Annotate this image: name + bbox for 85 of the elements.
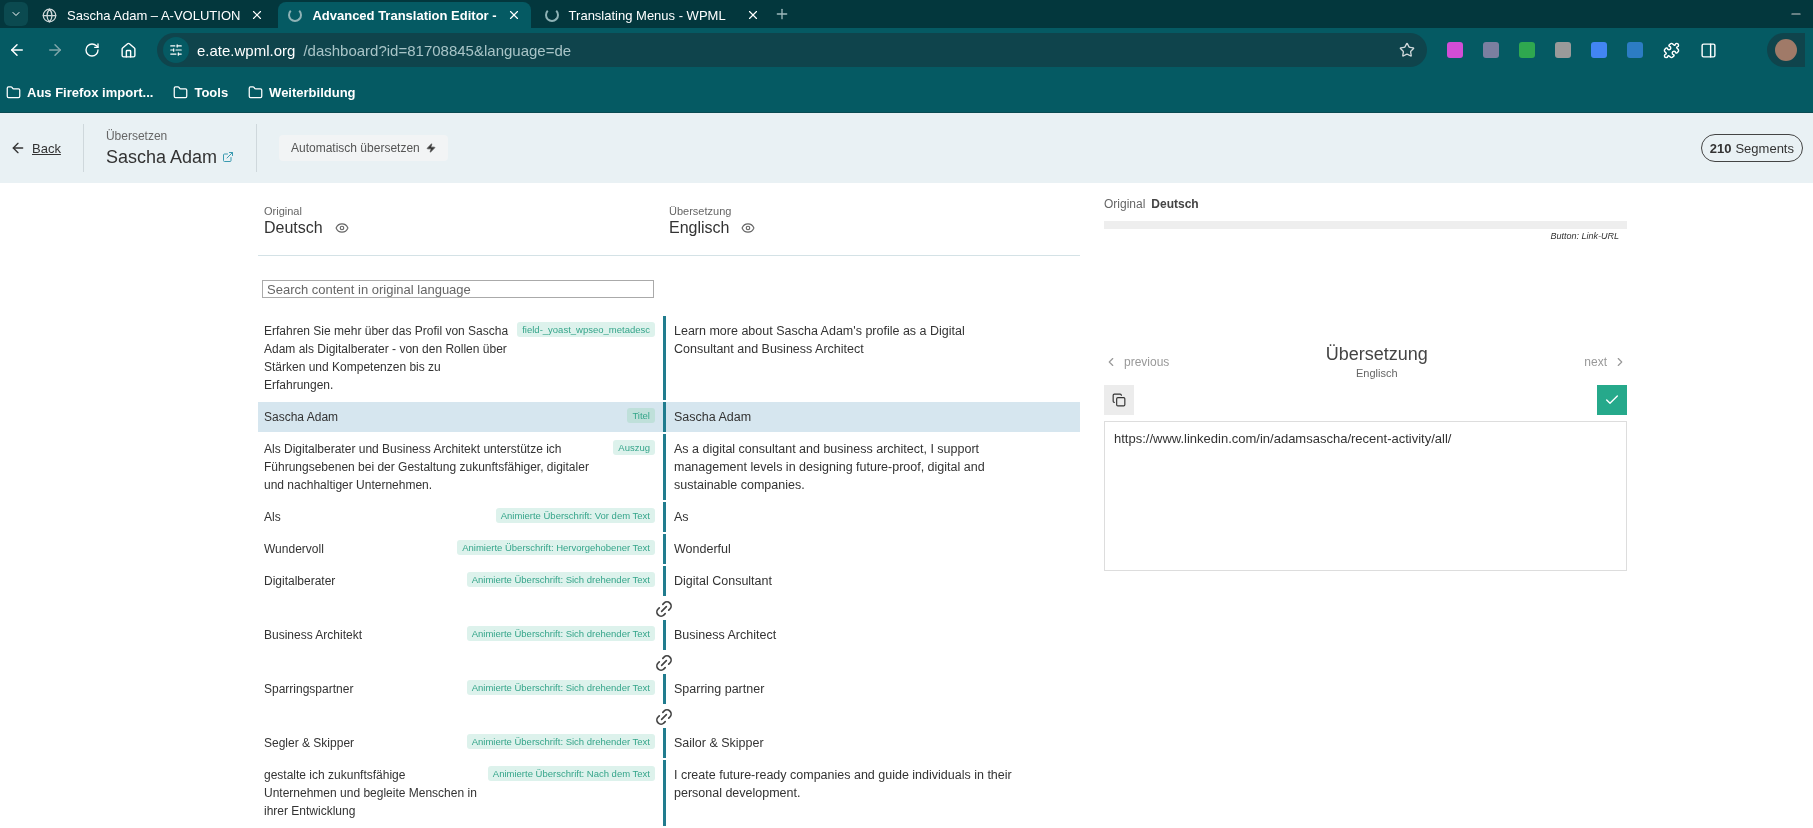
back-icon[interactable]: [8, 41, 26, 59]
panel-title: Übersetzung: [1325, 344, 1428, 365]
bookmark[interactable]: Tools: [173, 84, 229, 100]
field-tag: Animierte Überschrift: Hervorgehobener Text: [457, 540, 655, 556]
star-icon[interactable]: [1399, 42, 1415, 58]
column-language: Deutsch: [264, 219, 349, 237]
home-icon[interactable]: [120, 41, 137, 59]
field-label: Button: Link-URL: [1550, 231, 1619, 241]
panel-language: Englisch: [1356, 367, 1398, 379]
tab-menu-button[interactable]: [4, 2, 28, 26]
field-tag: Animierte Überschrift: Sich drehender Text: [466, 734, 655, 749]
segment-label: Segments: [1735, 140, 1794, 156]
copy-icon: [1112, 393, 1126, 407]
target-text: As a digital consultant and business architect, I support management levels in designing future-proof, digital and sustainable companies.: [673, 441, 986, 495]
source-text: Als Digitalberater und Business Architekt unterstütze ich Führungsebenen bei der Gestaltung zukunftsfähiger, digitaler und nachhaltiger Unternehmen.: [264, 441, 590, 495]
bookmark-label: Weiterbildung: [269, 84, 356, 100]
folder-icon: [248, 84, 264, 100]
extensions-icon[interactable]: [1663, 41, 1680, 59]
auto-translate-button[interactable]: Automatisch übersetzen: [279, 135, 448, 161]
target-text: As: [673, 509, 690, 527]
copy-button[interactable]: [1104, 385, 1134, 415]
bookmark-label: Tools: [194, 84, 229, 100]
target-text: Sparring partner: [673, 681, 766, 699]
source-text: Wundervoll: [264, 541, 325, 559]
field-tag: Titel: [627, 408, 655, 424]
column-label: Übersetzung: [669, 205, 732, 217]
segment-row[interactable]: Sparringspartner Animierte Überschrift: Sich drehender Text Sparring partner: [258, 674, 1080, 705]
target-text: I create future-ready companies and guide individuals in their personal development.: [673, 767, 1013, 802]
target-text: Digital Consultant: [673, 573, 773, 591]
source-text: Segler & Skipper: [264, 735, 356, 752]
browser-tab[interactable]: Translating Menus - WPML: [534, 2, 770, 28]
profile-button[interactable]: [1767, 33, 1805, 67]
lightning-icon: [425, 143, 436, 153]
field-tag: Auszug: [613, 440, 655, 456]
target-text: Sascha Adam: [673, 409, 753, 427]
field-tag: Animierte Überschrift: Sich drehender Text: [466, 680, 655, 696]
source-text: Als: [264, 509, 282, 527]
globe-icon: [42, 7, 57, 23]
field-tag: Animierte Überschrift: Vor dem Text: [495, 508, 655, 524]
target-text: Learn more about Sascha Adam's profile as a Digital Consultant and Business Architect: [673, 323, 966, 359]
forward-icon[interactable]: [46, 41, 64, 59]
avatar-icon: [1775, 39, 1797, 61]
back-label: Back: [32, 140, 61, 156]
reload-icon[interactable]: [84, 42, 100, 58]
browser-tab[interactable]: Advanced Translation Editor -: [278, 2, 531, 28]
field-tag: Animierte Überschrift: Nach dem Text: [487, 766, 655, 781]
translation-field[interactable]: https://www.linkedin.com/in/adamsascha/recent-activity/all/: [1104, 421, 1627, 571]
url-host: e.ate.wpml.org: [197, 41, 296, 59]
segment-row[interactable]: Digitalberater Animierte Überschrift: Sich drehender Text Digital Consultant: [258, 566, 1080, 597]
folder-icon: [6, 84, 21, 100]
segment-count: 210: [1709, 140, 1732, 156]
source-text: Sascha Adam: [264, 409, 340, 427]
segment-row[interactable]: Als Animierte Überschrift: Vor dem Text As: [258, 502, 1080, 533]
original-label: Original: [1104, 197, 1146, 211]
external-link-icon[interactable]: [222, 150, 234, 163]
field-tag: Animierte Überschrift: Sich drehender Text: [466, 626, 655, 642]
arrow-icon: [10, 140, 26, 156]
url-path: /dashboard?id=81708845&language=de: [303, 41, 573, 59]
source-text: Business Architekt: [264, 627, 364, 645]
sidebar-icon[interactable]: [1700, 41, 1717, 59]
column-language: Englisch: [669, 219, 756, 237]
segment-row[interactable]: Wundervoll Animierte Überschrift: Hervorgehobener Text Wonderful: [258, 534, 1080, 565]
site-settings-icon[interactable]: [163, 37, 189, 63]
segment-row[interactable]: Business Architekt Animierte Überschrift: Sich drehender Text Business Architect: [258, 620, 1080, 651]
browser-tab[interactable]: Sascha Adam – A-VOLUTION: [32, 2, 275, 28]
field-tag: field-_yoast_wpseo_metadesc: [517, 322, 655, 338]
column-label: Original: [264, 205, 302, 217]
field-tag: Animierte Überschrift: Sich drehender Text: [466, 572, 655, 588]
search-field[interactable]: Search content in original language: [262, 279, 654, 299]
original-language: Deutsch: [1151, 197, 1199, 211]
source-text: Digitalberater: [264, 573, 337, 591]
folder-icon: [173, 84, 189, 100]
back-link[interactable]: Back: [10, 124, 84, 172]
target-text: Sailor & Skipper: [673, 735, 765, 752]
source-text: gestalte ich zukunftsfähige Unternehmen und begleite Menschen in ihrer Entwicklung: [264, 767, 478, 820]
address-bar[interactable]: e.ate.wpml.org /dashboard?id=81708845&language=de: [157, 33, 1427, 67]
page-title: Sascha Adam: [105, 146, 234, 168]
target-text: Wonderful: [673, 541, 732, 559]
source-text: Erfahren Sie mehr über das Profil von Sascha Adam als Digitalberater - von den Rollen über Stärken und Kompetenzen bis zu Erfahrungen.: [264, 323, 510, 395]
page-subtitle: Übersetzen: [105, 128, 169, 143]
segment-row[interactable]: Segler & Skipper Animierte Überschrift: Sich drehender Text Sailor & Skipper: [258, 728, 1080, 758]
target-text: Business Architect: [673, 627, 778, 645]
segment-row[interactable]: Sascha Adam Titel Sascha Adam: [258, 402, 1080, 433]
bookmark[interactable]: Weiterbildung: [248, 84, 356, 100]
source-text: Sparringspartner: [264, 681, 355, 699]
